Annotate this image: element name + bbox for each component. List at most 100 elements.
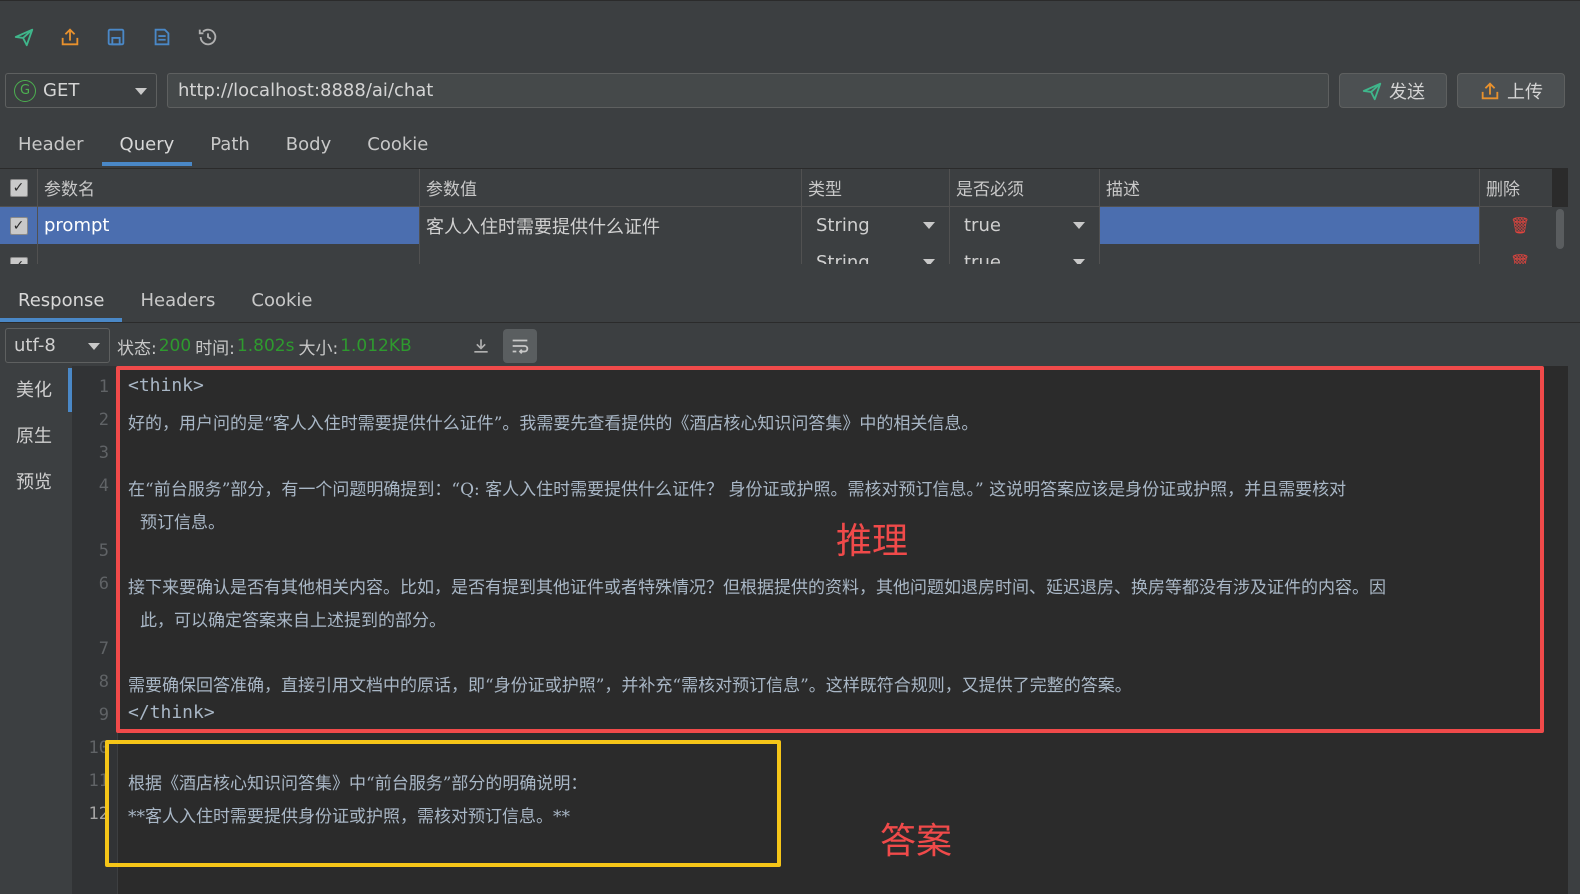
line-number: 12 [88,804,109,824]
code-line: 预订信息。 [140,513,225,533]
tab-pretty[interactable]: 美化 [0,366,72,412]
encoding-select[interactable]: utf-8 [5,328,110,363]
line-number: 11 [88,771,109,791]
document-icon[interactable] [148,23,176,51]
params-scrollbar[interactable] [1552,207,1568,264]
status-label: 状态: [117,338,157,359]
column-header: 类型 [802,169,950,206]
chevron-down-icon [135,88,147,95]
send-icon[interactable] [10,23,38,51]
tab-response-headers[interactable]: Headers [122,278,233,322]
method-select[interactable]: G GET [5,73,157,108]
line-number: 10 [88,738,109,758]
param-name-cell[interactable] [38,244,420,264]
column-header: 是否必须 [950,169,1100,206]
delete-button[interactable]: 🗑 [1480,207,1552,244]
chevron-down-icon [1073,222,1085,229]
download-icon[interactable] [468,333,494,359]
delete-button[interactable]: 🗑 [1480,244,1552,264]
line-number: 9 [98,705,109,725]
size-value: 1.012KB [340,336,412,356]
type-select[interactable]: String [802,244,950,264]
time-value: 1.802s [236,336,295,356]
code-line: 此，可以确定答案来自上述提到的部分。 [140,611,446,631]
row-checkbox[interactable]: ✓ [0,207,38,244]
status-info: 状态: 200 时间: 1.802s 大小: 1.012KB [117,333,416,359]
required-value: true [964,252,1001,264]
wrap-icon[interactable] [503,329,537,363]
column-header: 参数名 [38,169,420,206]
tab-query[interactable]: Query [101,122,193,166]
column-header: 参数值 [420,169,802,206]
tab-path[interactable]: Path [192,122,268,166]
tab-preview[interactable]: 预览 [0,458,72,504]
upload-icon [1481,81,1499,99]
size-label: 大小: [298,338,339,359]
tab-body[interactable]: Body [268,122,349,166]
history-icon[interactable] [194,23,222,51]
code-line: </think> [128,702,215,723]
trash-icon: 🗑 [1510,216,1531,235]
time-label: 时间: [195,338,235,359]
tab-raw[interactable]: 原生 [0,412,72,458]
line-number: 2 [98,410,109,430]
tab-cookie[interactable]: Cookie [349,122,446,166]
response-editor[interactable]: 1 2 3 4 5 6 7 8 9 10 11 12 <think> 好的，用户… [72,366,1568,894]
code-line: 接下来要确认是否有其他相关内容。比如，是否有提到其他证件或者特殊情况？但根据提供… [128,578,1386,598]
save-icon[interactable] [102,23,130,51]
table-header: ✓ 参数名 参数值 类型 是否必须 描述 删除 [0,169,1552,207]
select-all-checkbox[interactable]: ✓ [0,169,38,206]
upload-button-label: 上传 [1507,81,1543,103]
code-line: <think> [128,375,204,396]
trash-icon: 🗑 [1510,253,1531,264]
top-toolbar [0,0,1580,68]
code-line: 需要确保回答准确，直接引用文档中的原话，即“身份证或护照”，并补充“需核对预订信… [128,676,1132,696]
code-line: 好的，用户问的是“客人入住时需要提供什么证件”。我需要先查看提供的《酒店核心知识… [128,414,979,434]
line-number: 3 [98,443,109,463]
param-desc-cell[interactable] [1100,207,1480,244]
line-number: 4 [98,476,109,496]
column-header: 描述 [1100,169,1480,206]
params-table: ✓ 参数名 参数值 类型 是否必须 描述 删除 ✓ prompt 客人入住时需要… [0,168,1568,264]
upload-icon[interactable] [56,23,84,51]
line-number: 8 [98,672,109,692]
chevron-down-icon [923,259,935,264]
line-number: 6 [98,574,109,594]
upload-button[interactable]: 上传 [1457,73,1565,108]
request-tabs: Header Query Path Body Cookie [0,122,446,166]
table-row[interactable]: ✓ String true 🗑 [0,244,1552,264]
code-line: **客人入住时需要提供身份证或护照，需核对预订信息。** [128,807,570,827]
chevron-down-icon [923,222,935,229]
tab-header[interactable]: Header [0,122,102,166]
encoding-value: utf-8 [14,335,56,356]
response-tabs: Response Headers Cookie [0,278,330,322]
url-input[interactable]: http://localhost:8888/ai/chat [167,73,1329,108]
line-number: 7 [98,639,109,659]
send-button-label: 发送 [1389,81,1425,103]
required-select[interactable]: true [950,244,1100,264]
view-tabs: 美化 原生 预览 [0,366,72,894]
line-number: 1 [98,377,109,397]
type-value: String [816,215,870,236]
type-value: String [816,252,870,264]
param-value-cell[interactable]: 客人入住时需要提供什么证件 [420,207,802,244]
send-button[interactable]: 发送 [1339,73,1447,108]
method-value: GET [43,80,80,101]
chevron-down-icon [88,343,100,350]
status-value: 200 [158,336,192,356]
table-row[interactable]: ✓ prompt 客人入住时需要提供什么证件 String true 🗑 [0,207,1552,244]
tab-response[interactable]: Response [0,278,123,322]
line-number: 5 [98,541,109,561]
param-desc-cell[interactable] [1100,244,1480,264]
tab-response-cookie[interactable]: Cookie [233,278,330,322]
param-value-cell[interactable] [420,244,802,264]
column-header: 删除 [1486,180,1520,200]
type-select[interactable]: String [802,207,950,244]
send-icon [1362,82,1382,100]
line-gutter: 1 2 3 4 5 6 7 8 9 10 11 12 [72,366,118,894]
param-name-cell[interactable]: prompt [38,207,420,244]
reasoning-annotation: 推理 [836,521,909,562]
required-select[interactable]: true [950,207,1100,244]
row-checkbox[interactable]: ✓ [0,244,38,264]
answer-annotation: 答案 [880,821,953,862]
